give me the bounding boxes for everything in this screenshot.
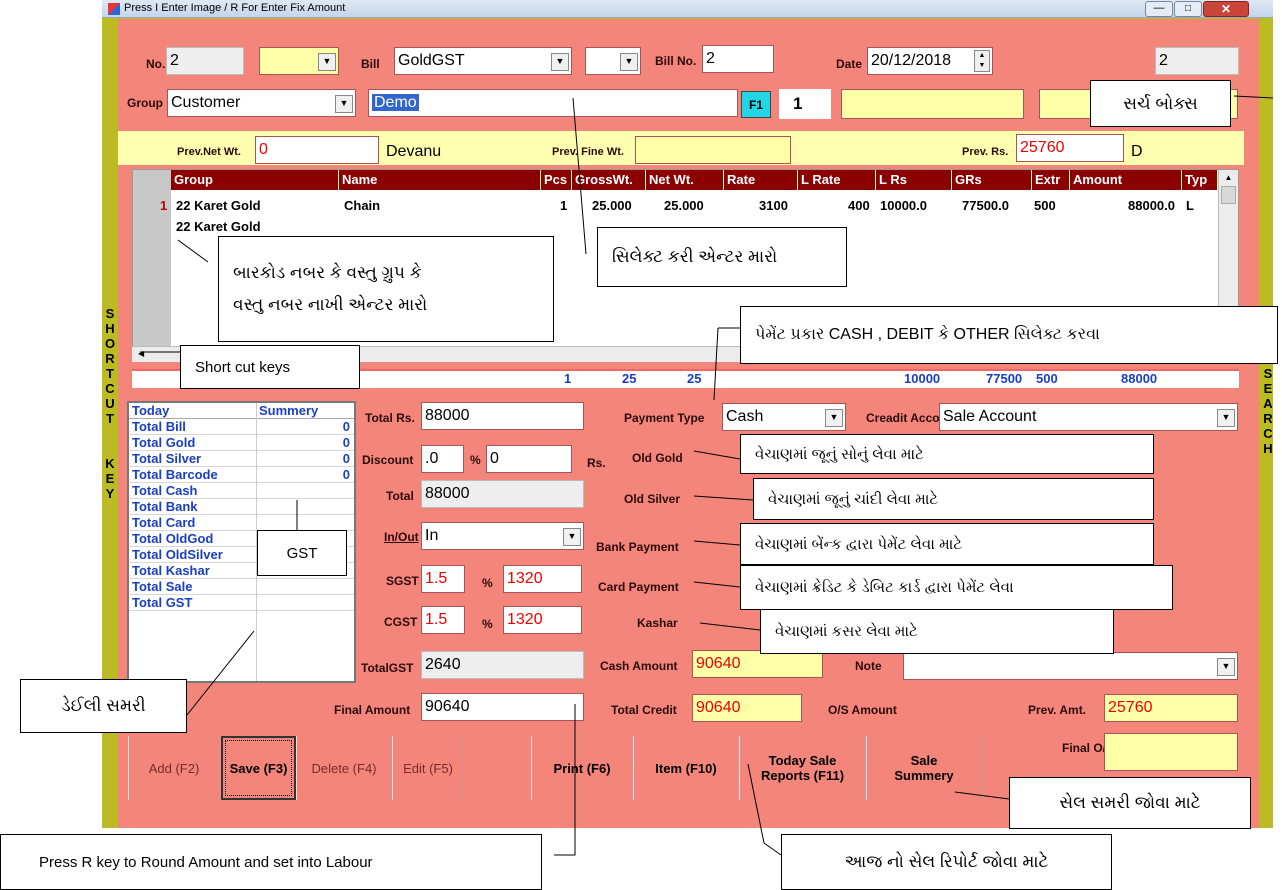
leader-oldgold — [693, 450, 741, 460]
leader-kashar — [699, 622, 761, 631]
leader-search — [1233, 95, 1274, 99]
leader-bank — [693, 540, 741, 546]
leader-daily — [186, 630, 255, 716]
leader-barcode — [177, 239, 209, 263]
leader-payment — [713, 327, 740, 401]
leader-round — [554, 704, 576, 856]
leader-sale-summary — [954, 791, 1010, 800]
leader-today-report — [747, 763, 782, 856]
leader-card — [693, 581, 741, 588]
leader-select — [572, 97, 587, 255]
leader-oldsilver — [693, 495, 754, 501]
callout-leader-lines — [140, 95, 1274, 856]
